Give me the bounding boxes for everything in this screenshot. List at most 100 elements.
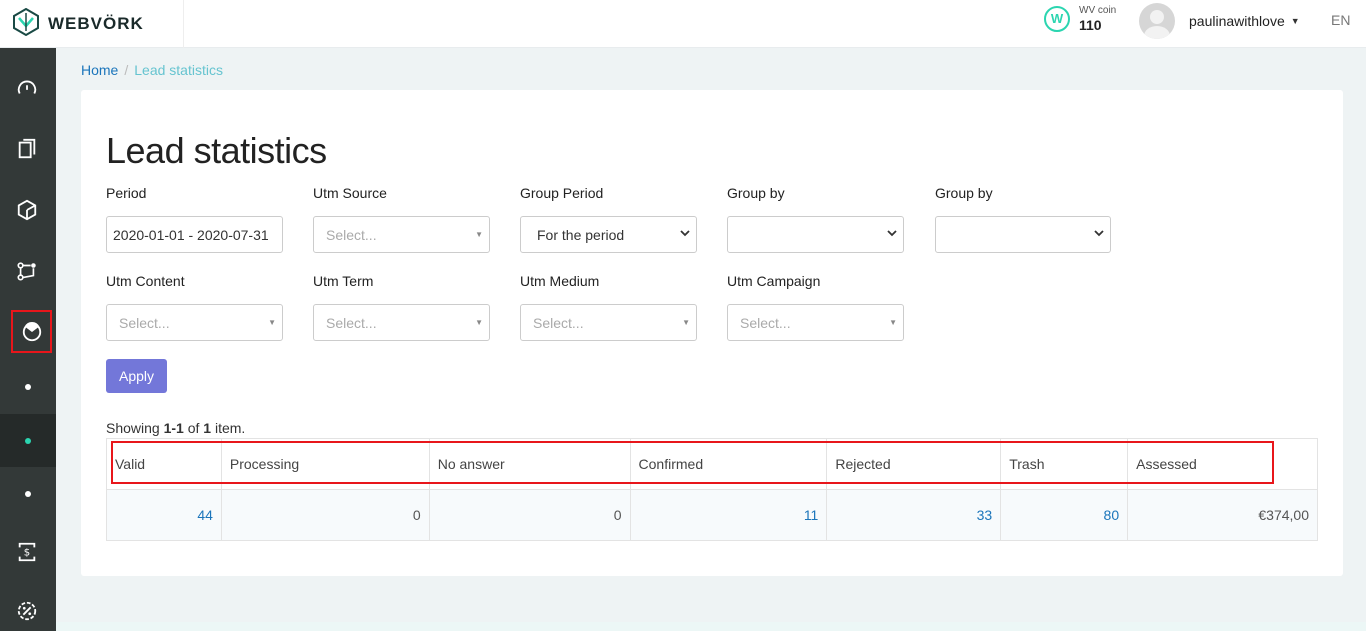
- breadcrumb-current: Lead statistics: [134, 62, 223, 78]
- column-header-trash[interactable]: Trash: [1000, 438, 1129, 490]
- utm-term-placeholder: Select...: [326, 314, 377, 331]
- column-header-valid[interactable]: Valid: [106, 438, 222, 490]
- statistics-submenu-item-2[interactable]: [0, 414, 56, 467]
- summary-middle: of: [183, 420, 204, 436]
- results-summary: Showing 1-1 of 1 item.: [106, 420, 245, 436]
- period-input[interactable]: 2020-01-01 - 2020-07-31: [106, 216, 283, 253]
- utm-content-label: Utm Content: [106, 273, 185, 289]
- utm-campaign-placeholder: Select...: [740, 314, 791, 331]
- language-switcher[interactable]: EN: [1331, 12, 1350, 28]
- group-by-select-2[interactable]: [935, 216, 1111, 253]
- utm-medium-placeholder: Select...: [533, 314, 584, 331]
- brand-name: WEBVÖRK: [48, 14, 144, 33]
- table-row: 44 0 0 11 33 80 €374,00: [106, 489, 1318, 541]
- utm-source-filter: Utm Source Select... ▼: [313, 185, 490, 253]
- webvork-logo-icon: [12, 7, 40, 41]
- utm-medium-filter: Utm Medium Select... ▼: [520, 273, 697, 341]
- apply-button[interactable]: Apply: [106, 359, 167, 393]
- breadcrumb-home-link[interactable]: Home: [81, 62, 118, 78]
- wv-coin-balance[interactable]: W WV coin 110: [1044, 5, 1116, 33]
- caret-down-icon: ▼: [889, 318, 897, 327]
- caret-down-icon: ▼: [475, 230, 483, 239]
- period-filter: Period 2020-01-01 - 2020-07-31: [106, 185, 283, 253]
- bullet-icon: [25, 490, 31, 497]
- breadcrumb: Home / Lead statistics: [81, 62, 223, 78]
- cell-confirmed[interactable]: 11: [629, 489, 828, 541]
- utm-source-label: Utm Source: [313, 185, 387, 201]
- documents-icon[interactable]: [12, 134, 42, 164]
- coin-value: 110: [1079, 16, 1102, 33]
- column-header-rejected[interactable]: Rejected: [826, 438, 1002, 490]
- cell-valid[interactable]: 44: [106, 489, 222, 541]
- dashboard-icon[interactable]: [12, 73, 42, 103]
- caret-down-icon: ▼: [682, 318, 690, 327]
- footer-strip: [56, 622, 1366, 631]
- breadcrumb-separator: /: [124, 62, 129, 78]
- summary-range: 1-1: [163, 420, 184, 436]
- group-by-select-1[interactable]: [727, 216, 904, 253]
- page-title: Lead statistics: [106, 130, 327, 171]
- column-header-processing[interactable]: Processing: [220, 438, 430, 490]
- chevron-down-icon: [680, 230, 690, 237]
- utm-content-filter: Utm Content Select... ▼: [106, 273, 283, 341]
- group-by-label-1: Group by: [727, 185, 785, 201]
- utm-source-select[interactable]: Select... ▼: [313, 216, 490, 253]
- utm-campaign-label: Utm Campaign: [727, 273, 821, 289]
- group-by-filter-2: Group by: [935, 185, 1111, 253]
- percent-icon[interactable]: [12, 596, 42, 626]
- utm-medium-select[interactable]: Select... ▼: [520, 304, 697, 341]
- statistics-submenu-item-3[interactable]: [0, 467, 56, 520]
- svg-text:$: $: [24, 548, 30, 559]
- offers-icon[interactable]: [12, 195, 42, 225]
- summary-total: 1: [203, 420, 212, 436]
- group-by-filter-1: Group by: [727, 185, 904, 253]
- utm-content-placeholder: Select...: [119, 314, 170, 331]
- column-header-no-answer[interactable]: No answer: [428, 438, 631, 490]
- utm-term-label: Utm Term: [313, 273, 374, 289]
- statistics-icon[interactable]: [11, 310, 52, 353]
- cell-assessed: €374,00: [1127, 489, 1318, 541]
- cell-trash[interactable]: 80: [1000, 489, 1129, 541]
- column-header-confirmed[interactable]: Confirmed: [629, 438, 828, 490]
- utm-campaign-select[interactable]: Select... ▼: [727, 304, 904, 341]
- content-panel: Lead statistics Period 2020-01-01 - 2020…: [81, 90, 1343, 576]
- username: paulinawithlove: [1189, 13, 1285, 29]
- bullet-icon: [25, 383, 31, 390]
- group-period-value: For the period: [537, 226, 625, 243]
- coin-label: WV coin: [1079, 5, 1117, 16]
- column-header-assessed[interactable]: Assessed: [1127, 438, 1318, 490]
- period-label: Period: [106, 185, 147, 201]
- top-header: WEBVÖRK W WV coin 110 paulinawithlove ▼ …: [0, 0, 1366, 48]
- brand[interactable]: WEBVÖRK: [0, 0, 184, 48]
- chevron-down-icon: [1094, 230, 1104, 237]
- summary-prefix: Showing: [106, 420, 164, 436]
- caret-down-icon: ▼: [475, 318, 483, 327]
- group-by-label-2: Group by: [935, 185, 993, 201]
- sidebar: $: [0, 48, 56, 631]
- chevron-down-icon: [887, 230, 897, 237]
- utm-campaign-filter: Utm Campaign Select... ▼: [727, 273, 904, 341]
- wv-coin-icon: W: [1044, 5, 1070, 32]
- cell-processing: 0: [220, 489, 430, 541]
- utm-term-filter: Utm Term Select... ▼: [313, 273, 490, 341]
- cell-no-answer: 0: [428, 489, 631, 541]
- table-header-row: Valid Processing No answer Confirmed Rej…: [106, 438, 1318, 490]
- user-menu[interactable]: paulinawithlove ▼: [1139, 3, 1300, 39]
- utm-source-placeholder: Select...: [326, 226, 377, 243]
- caret-down-icon: ▼: [268, 318, 276, 327]
- cell-rejected[interactable]: 33: [826, 489, 1002, 541]
- finance-icon[interactable]: $: [12, 537, 42, 567]
- avatar: [1139, 3, 1175, 39]
- group-period-select[interactable]: For the period: [520, 216, 697, 253]
- bullet-icon: [25, 437, 31, 444]
- utm-content-select[interactable]: Select... ▼: [106, 304, 283, 341]
- flows-icon[interactable]: [12, 256, 42, 286]
- statistics-submenu-item-1[interactable]: [0, 360, 56, 413]
- group-period-label: Group Period: [520, 185, 604, 201]
- lead-stats-table: Valid Processing No answer Confirmed Rej…: [106, 438, 1318, 541]
- utm-medium-label: Utm Medium: [520, 273, 600, 289]
- utm-term-select[interactable]: Select... ▼: [313, 304, 490, 341]
- caret-down-icon: ▼: [1290, 16, 1300, 26]
- summary-suffix: item.: [211, 420, 246, 436]
- group-period-filter: Group Period For the period: [520, 185, 697, 253]
